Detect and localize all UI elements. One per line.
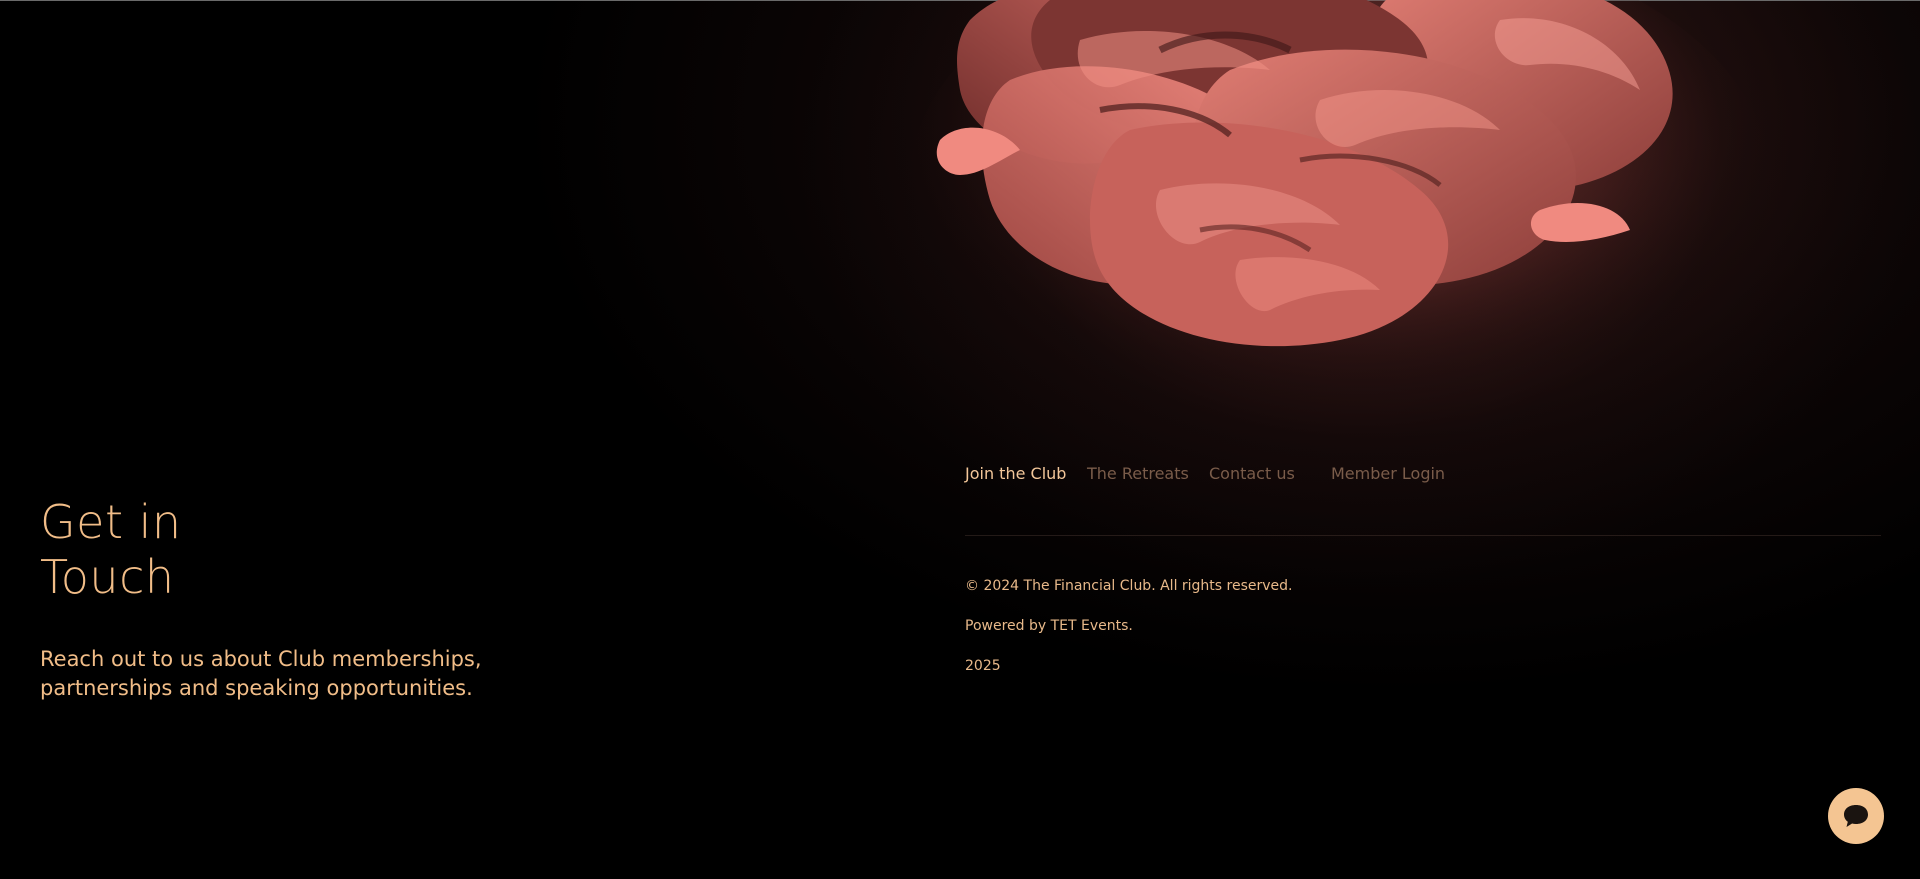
footer-link-the-retreats[interactable]: The Retreats [1087, 460, 1209, 487]
copyright-text: © 2024 The Financial Club. All rights re… [965, 578, 1293, 594]
footer-divider [965, 535, 1881, 536]
hero-flower-illustration [900, 0, 1780, 440]
contact-section: Get in Touch Reach out to us about Club … [40, 495, 510, 703]
footer-nav: Join the Club The Retreats Contact us Me… [965, 460, 1881, 487]
footer-link-member-login[interactable]: Member Login [1331, 460, 1453, 487]
contact-heading-line1: Get in [40, 495, 182, 549]
chat-button[interactable] [1828, 788, 1884, 844]
powered-by-text: Powered by TET Events. [965, 618, 1133, 634]
chat-bubble-icon [1844, 805, 1868, 827]
footer-meta: © 2024 The Financial Club. All rights re… [965, 578, 1881, 698]
footer: Join the Club The Retreats Contact us Me… [965, 460, 1881, 698]
year-text: 2025 [965, 658, 1001, 674]
contact-heading: Get in Touch [40, 495, 300, 605]
contact-description: Reach out to us about Club memberships, … [40, 647, 482, 700]
contact-heading-line2: Touch [40, 550, 175, 604]
page: Get in Touch Reach out to us about Club … [0, 0, 1920, 879]
footer-link-join-the-club[interactable]: Join the Club [965, 460, 1087, 487]
footer-link-contact-us[interactable]: Contact us [1209, 460, 1331, 487]
